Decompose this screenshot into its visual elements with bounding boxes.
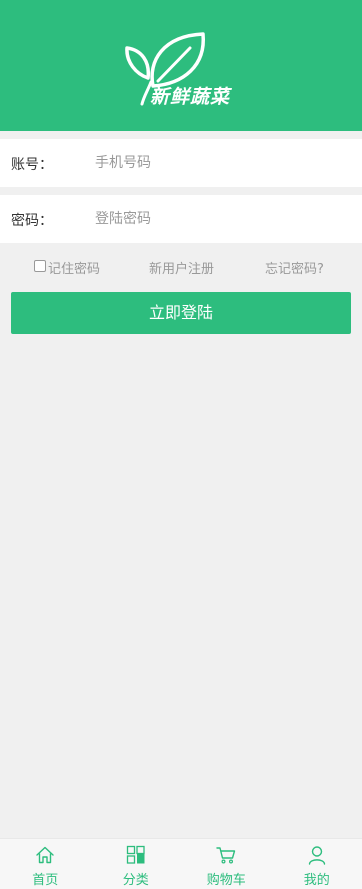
- forgot-password-link[interactable]: 忘记密码?: [265, 258, 324, 277]
- tab-home[interactable]: 首页: [0, 839, 91, 889]
- password-input[interactable]: [95, 207, 335, 231]
- header-banner: 新鲜蔬菜: [0, 0, 362, 131]
- tab-category-label: 分类: [91, 869, 182, 888]
- tab-home-label: 首页: [0, 869, 91, 888]
- home-icon: [35, 845, 55, 865]
- cart-icon: [216, 845, 236, 865]
- login-button[interactable]: 立即登陆: [11, 292, 351, 334]
- account-row: 账号：: [0, 139, 362, 187]
- user-icon: [307, 845, 327, 865]
- login-options: 记住密码 新用户注册 忘记密码?: [0, 258, 362, 278]
- tab-cart[interactable]: 购物车: [181, 839, 272, 889]
- tab-category[interactable]: 分类: [91, 839, 182, 889]
- brand-name: 新鲜蔬菜: [150, 82, 230, 109]
- password-label: 密码：: [11, 210, 53, 230]
- remember-password-label: 记住密码: [48, 258, 100, 277]
- checkbox-icon[interactable]: [34, 260, 46, 272]
- tab-cart-label: 购物车: [181, 869, 272, 888]
- category-icon: [126, 845, 146, 865]
- password-row: 密码：: [0, 195, 362, 243]
- bottom-tabbar: 首页 分类 购物车 我的: [0, 838, 362, 889]
- remember-password-checkbox[interactable]: 记住密码: [34, 258, 100, 277]
- account-input[interactable]: [95, 151, 335, 175]
- register-link[interactable]: 新用户注册: [149, 258, 214, 277]
- tab-mine[interactable]: 我的: [272, 839, 362, 889]
- tab-mine-label: 我的: [272, 869, 362, 888]
- account-label: 账号：: [11, 154, 53, 174]
